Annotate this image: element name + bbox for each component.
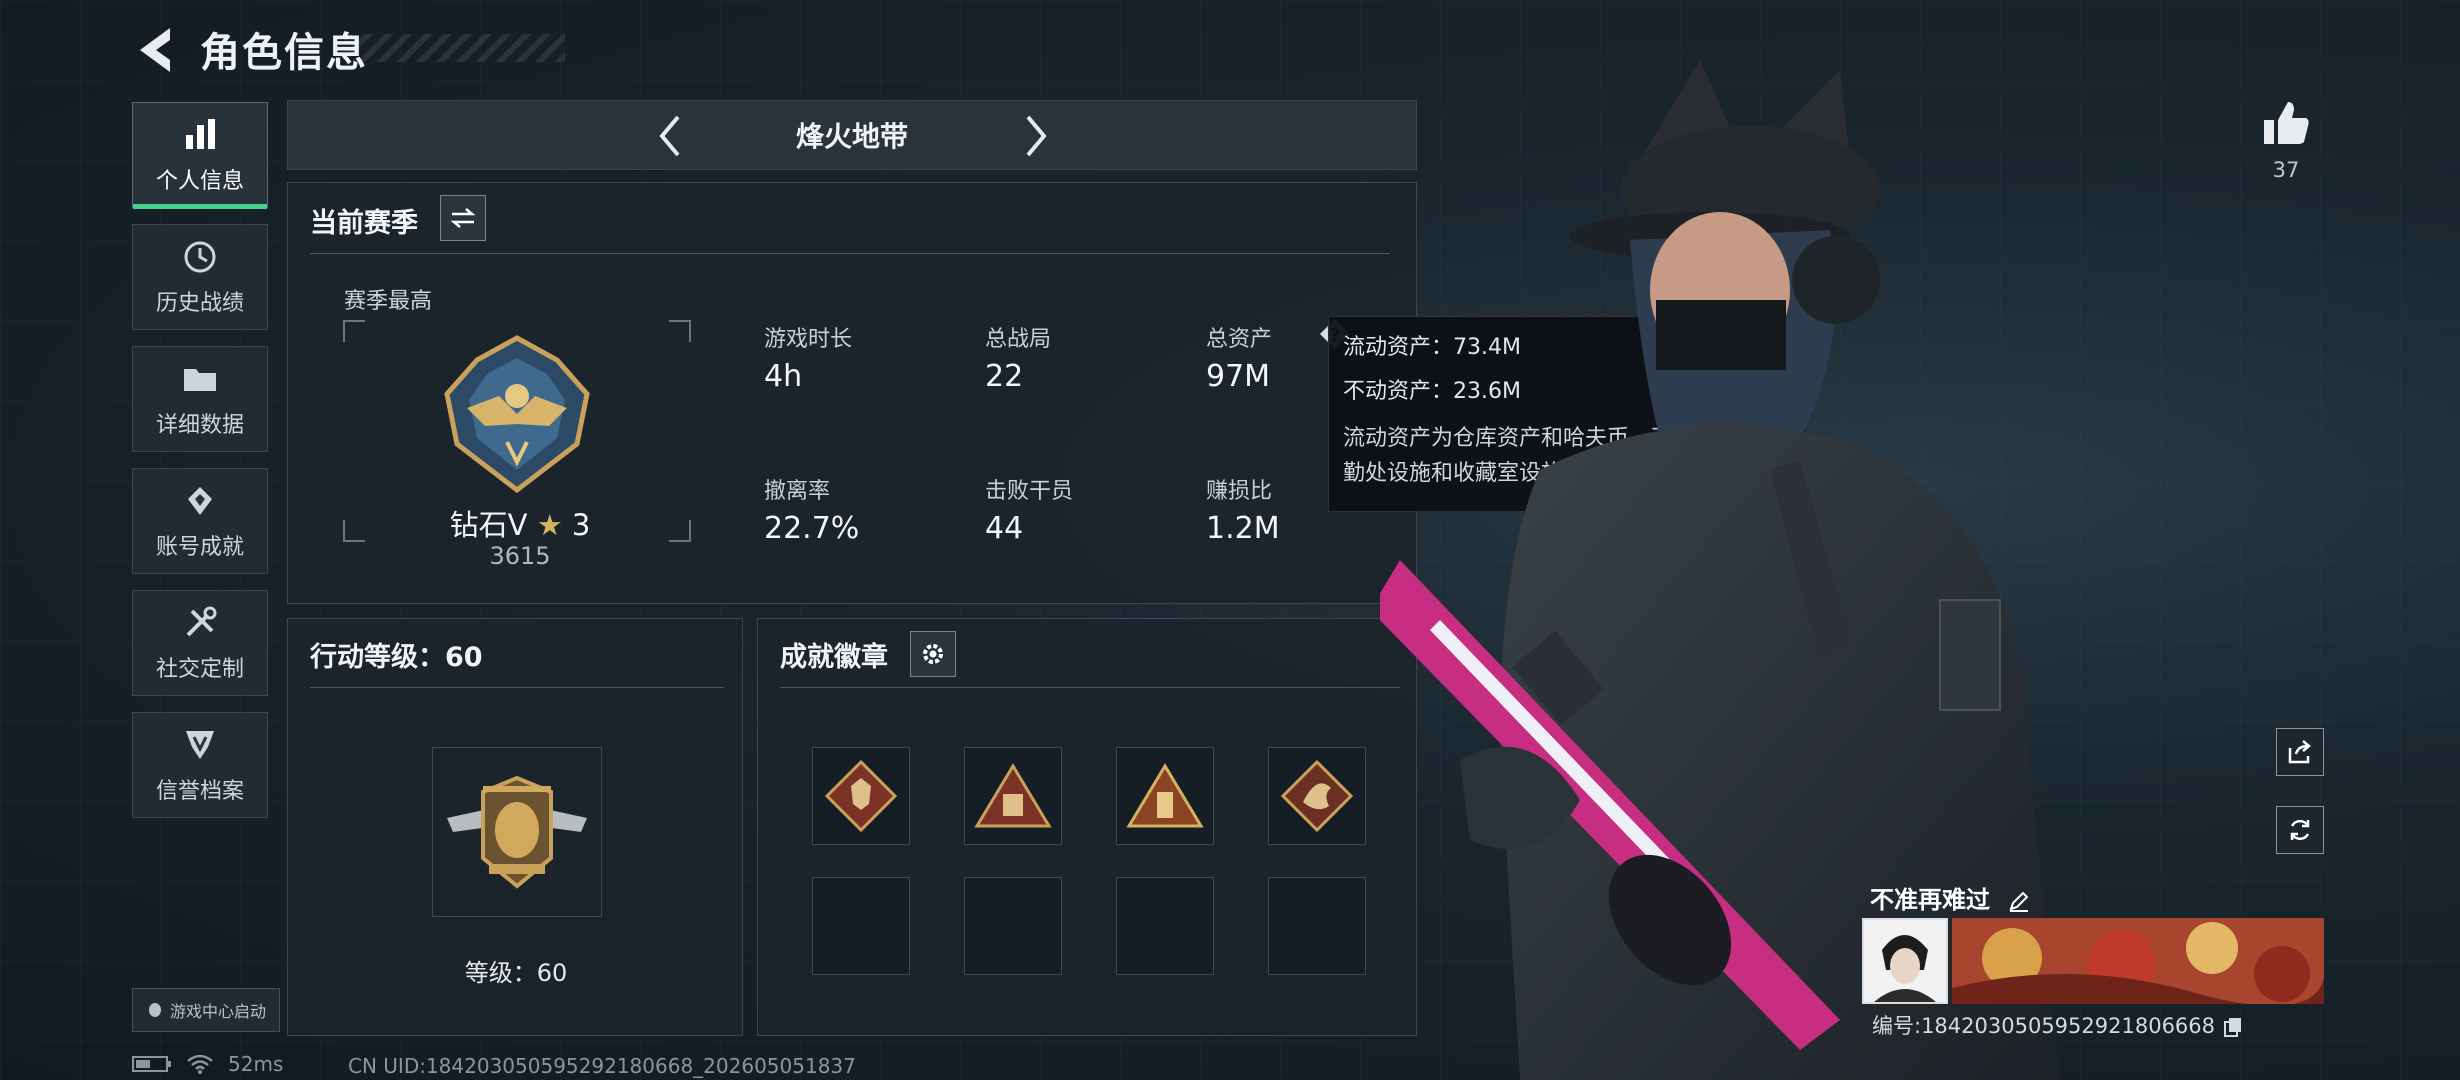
stat-label-total-assets: 总资产 — [1206, 327, 1273, 352]
swap-icon — [450, 208, 476, 228]
battery-icon — [132, 1056, 171, 1072]
divider — [310, 687, 724, 688]
stat-value-playtime: 4h — [764, 359, 803, 394]
badge-slot[interactable] — [964, 747, 1062, 845]
nav-label: 详细数据 — [155, 413, 244, 438]
stat-label-profit-ratio: 赚损比 — [1206, 479, 1273, 504]
like-count: 37 — [2272, 158, 2300, 182]
game-center-launch-button[interactable]: 游戏中心启动 — [132, 988, 280, 1032]
history-icon — [184, 241, 216, 273]
stat-value-extract-rate: 22.7% — [764, 511, 860, 546]
badge-settings-button[interactable] — [910, 631, 956, 677]
back-arrow-icon — [140, 28, 170, 72]
share-icon — [2288, 740, 2311, 764]
like-button[interactable] — [2258, 96, 2314, 152]
player-id-text: 编号:1842030505952921806668 — [1872, 1014, 2216, 1038]
shield-icon — [186, 731, 214, 759]
edit-name-icon[interactable] — [2008, 890, 2030, 912]
copy-icon[interactable] — [2223, 1017, 2242, 1037]
rank-name: 钻石V — [449, 508, 528, 542]
level-label: 等级：60 — [464, 959, 568, 987]
nav-item-credit[interactable]: 信誉档案 — [132, 712, 268, 818]
divider — [780, 687, 1400, 688]
nav-item-achievements[interactable]: 账号成就 — [132, 468, 268, 574]
season-switch-button[interactable] — [440, 195, 486, 241]
name-card-banner — [1952, 918, 2324, 1004]
thumbs-up-icon — [2264, 102, 2309, 144]
avatar-portrait-icon — [1864, 920, 1946, 1002]
nav-label: 社交定制 — [155, 657, 244, 682]
badge-slot-empty[interactable] — [812, 877, 910, 975]
chevron-left-icon — [659, 115, 680, 157]
level-title: 行动等级：60 — [310, 642, 483, 673]
folder-icon — [184, 369, 216, 391]
badge-slot-empty[interactable] — [964, 877, 1062, 975]
player-name: 不准再难过 — [1870, 886, 1990, 914]
player-id: 编号:1842030505952921806668 — [1872, 1010, 2242, 1040]
chevron-right-icon — [1026, 115, 1047, 157]
stat-value-total-assets: 97M — [1206, 359, 1271, 394]
badges-title: 成就徽章 — [780, 642, 888, 673]
mode-selector: 烽火地带 — [287, 100, 1417, 170]
status-bar: 52ms — [132, 1052, 283, 1076]
badge-slot[interactable] — [1116, 747, 1214, 845]
helicopter-level-emblem-icon — [447, 775, 587, 889]
stat-label-playtime: 游戏时长 — [764, 327, 853, 352]
diamond-rank-emblem-icon — [444, 335, 590, 494]
nav-item-history[interactable]: 历史战绩 — [132, 224, 268, 330]
level-emblem-frame — [432, 747, 602, 917]
level-panel: 行动等级：60 等级：60 — [287, 618, 743, 1036]
rank-name-row: 钻石V ★ 3 — [440, 502, 600, 544]
nav-label: 历史战绩 — [155, 291, 244, 316]
nav-label: 信誉档案 — [155, 779, 244, 804]
dragon-badge-icon — [1280, 759, 1354, 833]
player-name-row: 不准再难过 — [1870, 880, 2030, 915]
back-button[interactable] — [130, 22, 180, 78]
nav-label: 账号成就 — [155, 535, 244, 560]
gear-icon — [923, 644, 943, 664]
crate-badge-icon — [974, 763, 1052, 828]
mode-prev-button[interactable] — [646, 111, 696, 161]
divider — [310, 253, 1390, 254]
season-best-label: 赛季最高 — [344, 289, 433, 314]
stat-label-kills: 击败干员 — [985, 479, 1074, 504]
mode-name: 烽火地带 — [795, 120, 908, 153]
nav-label: 个人信息 — [155, 169, 244, 194]
badge-slot[interactable] — [1268, 747, 1366, 845]
ping-value: 52ms — [228, 1052, 284, 1076]
refresh-button[interactable] — [2276, 806, 2324, 854]
season-title: 当前赛季 — [310, 208, 418, 239]
game-center-label: 游戏中心启动 — [169, 1002, 266, 1021]
nav-item-social[interactable]: 社交定制 — [132, 590, 268, 696]
badge-slot[interactable] — [812, 747, 910, 845]
qq-icon — [148, 1003, 161, 1017]
stat-value-profit-ratio: 1.2M — [1206, 511, 1280, 546]
badge-slot-empty[interactable] — [1268, 877, 1366, 975]
share-button[interactable] — [2276, 728, 2324, 776]
nav-item-detail-data[interactable]: 详细数据 — [132, 346, 268, 452]
name-card-art — [1952, 918, 2324, 1004]
stat-label-total-matches: 总战局 — [985, 327, 1052, 352]
wifi-icon — [187, 1054, 213, 1074]
achievement-icon — [188, 487, 212, 515]
star-icon: ★ — [536, 508, 563, 542]
stat-value-total-matches: 22 — [985, 359, 1024, 394]
tools-icon — [186, 606, 217, 637]
nav-item-personal-info[interactable]: 个人信息 — [132, 102, 268, 209]
bar-chart-icon — [186, 119, 215, 149]
title-decoration — [345, 34, 565, 62]
stat-value-kills: 44 — [985, 511, 1024, 546]
refresh-icon — [2290, 819, 2310, 841]
uid-text: CN UID:184203050595292180668_20260505183… — [348, 1054, 856, 1078]
stat-label-extract-rate: 撤离率 — [764, 479, 831, 504]
rank-score: 3615 — [489, 542, 551, 570]
wolf-badge-icon — [824, 759, 898, 833]
badges-panel: 成就徽章 — [757, 618, 1417, 1036]
badge-slot-empty[interactable] — [1116, 877, 1214, 975]
mode-next-button[interactable] — [1010, 111, 1060, 161]
page-title: 角色信息 — [200, 30, 368, 76]
avatar[interactable] — [1862, 918, 1948, 1004]
rank-stars: 3 — [571, 508, 591, 542]
bottle-badge-icon — [1126, 763, 1204, 828]
